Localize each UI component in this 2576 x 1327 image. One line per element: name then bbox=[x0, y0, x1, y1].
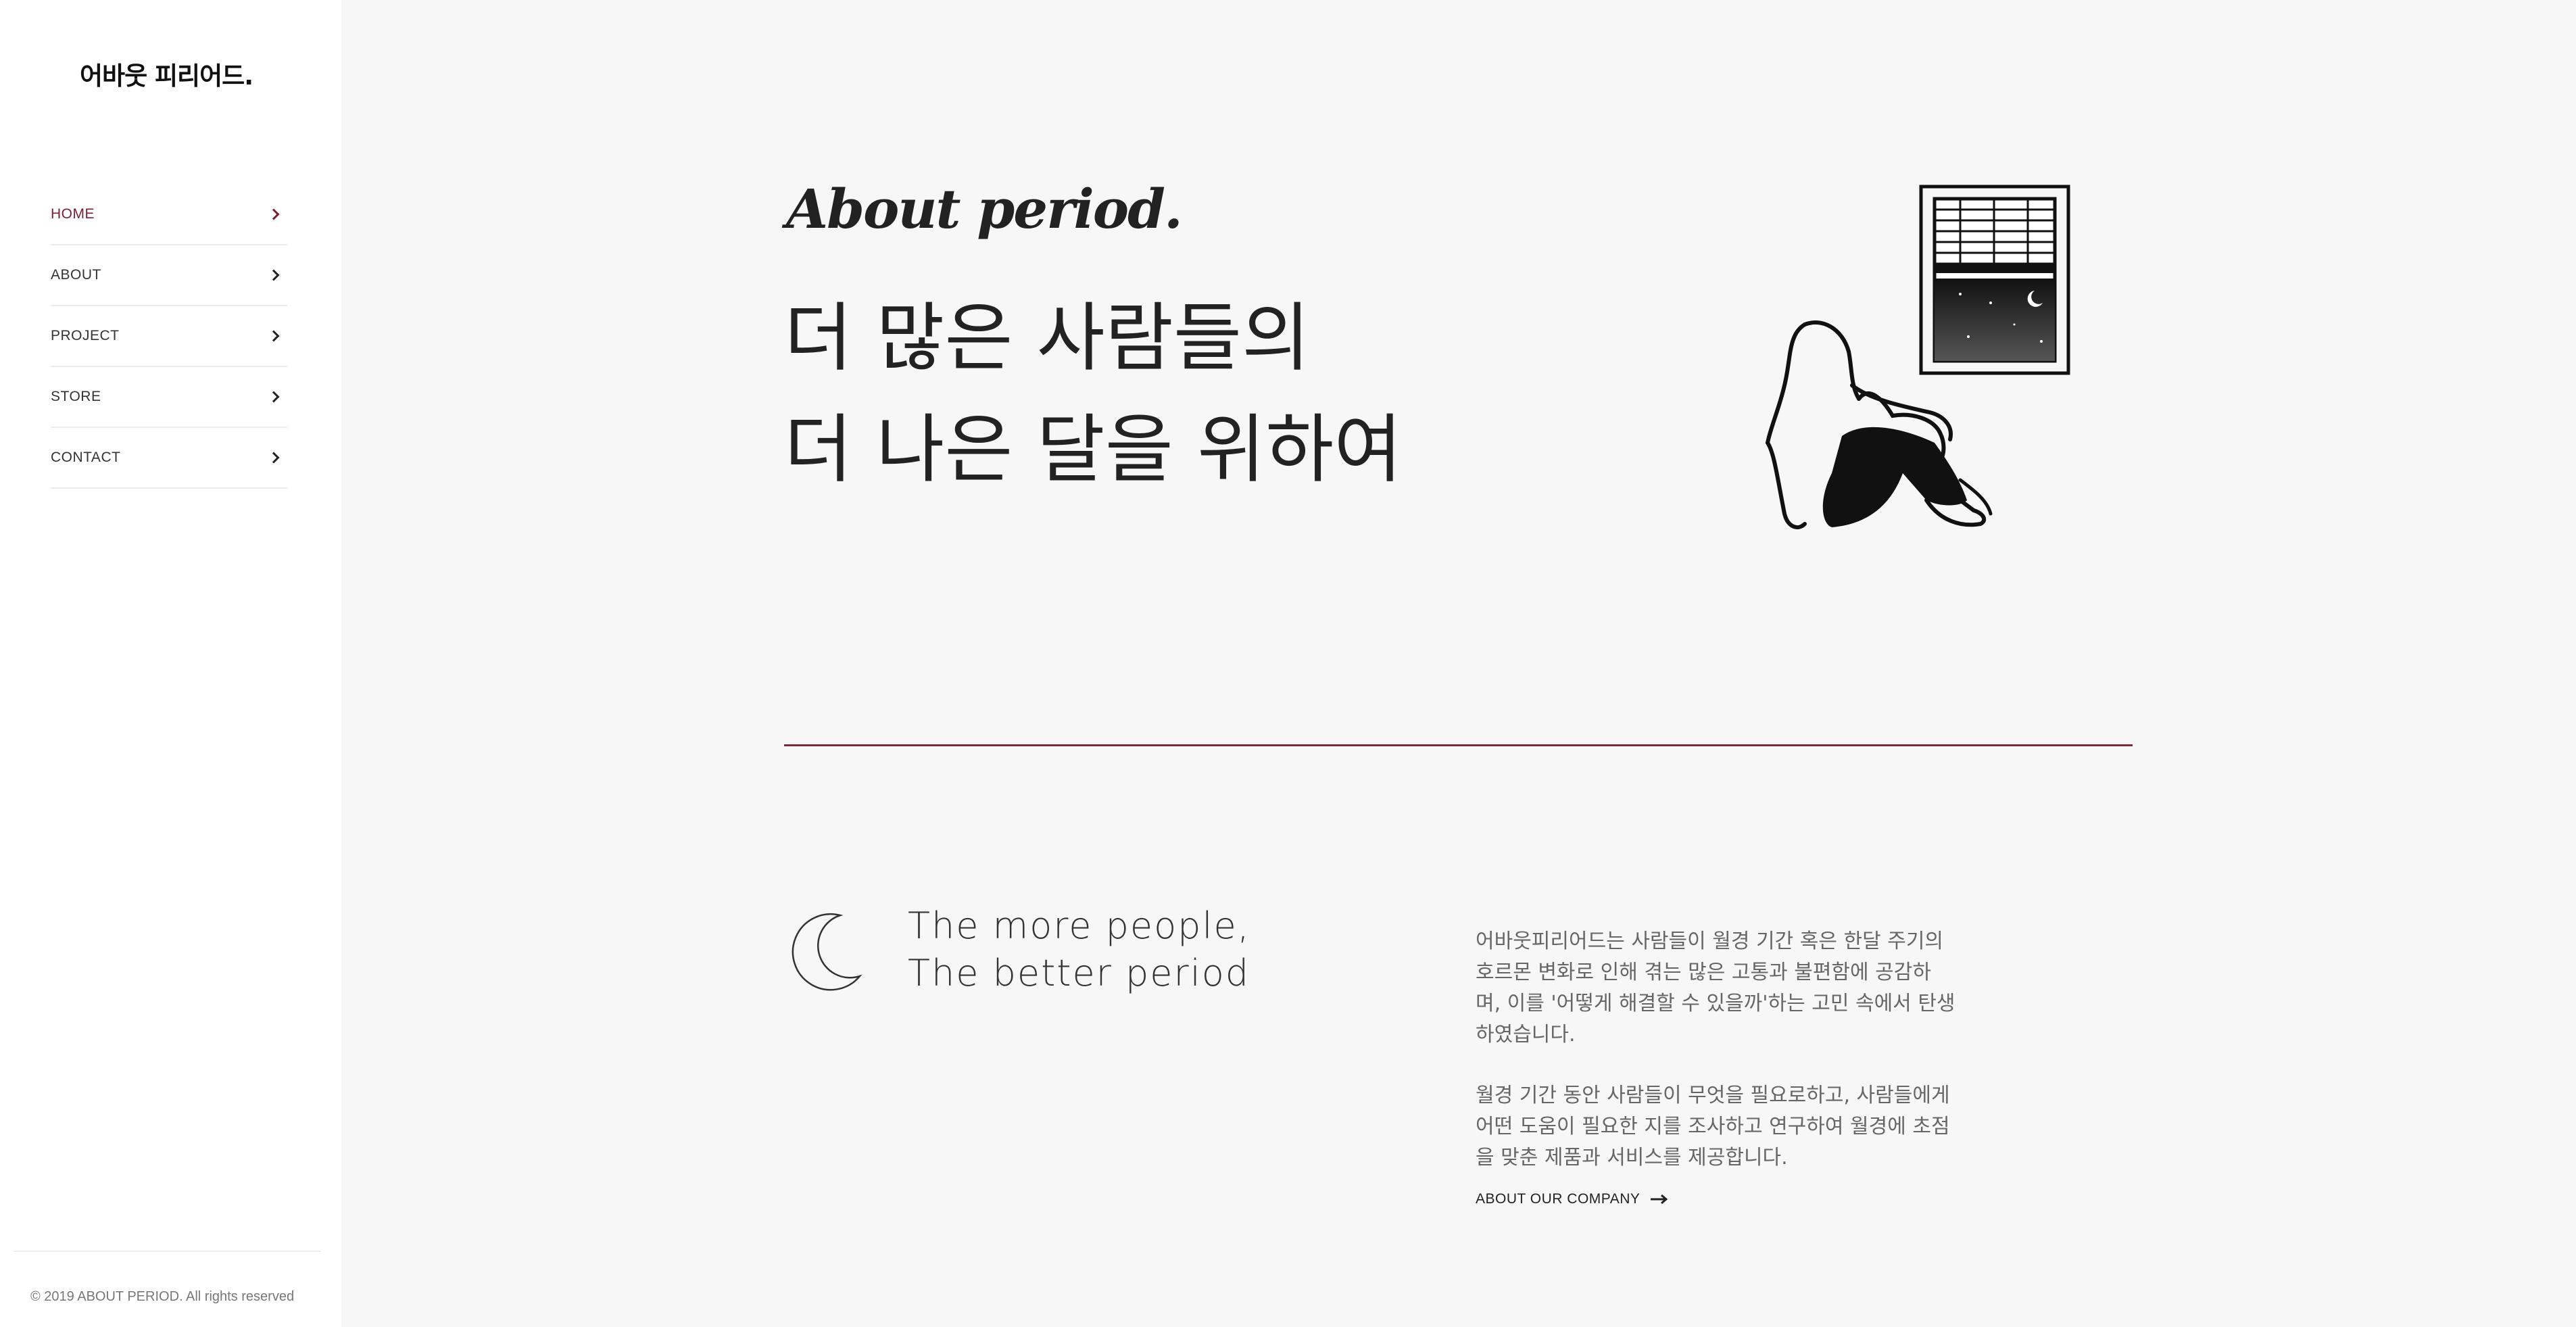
chevron-right-icon bbox=[268, 269, 280, 281]
nav-item-label: CONTACT bbox=[51, 450, 121, 465]
cta-label: ABOUT OUR COMPANY bbox=[1476, 1191, 1641, 1207]
about-our-company-link[interactable]: ABOUT OUR COMPANY bbox=[1476, 1191, 1668, 1207]
tagline-line-1: The more people, bbox=[908, 904, 1250, 947]
main-nav: HOME ABOUT PROJECT STORE CONTACT bbox=[51, 185, 287, 489]
nav-item-label: STORE bbox=[51, 389, 101, 404]
tagline: The more people, The better period bbox=[908, 902, 1250, 997]
nav-item-label: PROJECT bbox=[51, 328, 120, 343]
nav-item-label: HOME bbox=[51, 206, 95, 222]
sidebar-divider bbox=[14, 1251, 321, 1252]
chevron-right-icon bbox=[268, 330, 280, 342]
chevron-right-icon bbox=[268, 391, 280, 403]
section-divider bbox=[784, 744, 2133, 746]
crescent-moon-icon bbox=[792, 913, 862, 991]
hero-heading-line-2: 더 나은 달을 위하여 bbox=[784, 406, 1403, 493]
hero-heading-line-1: 더 많은 사람들의 bbox=[784, 295, 1311, 381]
chevron-right-icon bbox=[268, 208, 280, 220]
nav-item-about[interactable]: ABOUT bbox=[51, 245, 287, 306]
nav-item-project[interactable]: PROJECT bbox=[51, 306, 287, 367]
intro-paragraph-2: 월경 기간 동안 사람들이 무엇을 필요로하고, 사람들에게 어떤 도움이 필요… bbox=[1476, 1084, 1950, 1169]
woman-by-window-illustration bbox=[1765, 185, 2070, 529]
intro-paragraph-1: 어바웃피리어드는 사람들이 월경 기간 혹은 한달 주기의 호르몬 변화로 인해… bbox=[1476, 930, 1955, 1046]
nav-item-home[interactable]: HOME bbox=[51, 185, 287, 245]
nav-item-label: ABOUT bbox=[51, 267, 101, 283]
brand-logo[interactable]: 어바웃 피리어드. bbox=[80, 55, 253, 92]
sidebar: 어바웃 피리어드. HOME ABOUT PROJECT STORE CONTA… bbox=[0, 0, 341, 1327]
chevron-right-icon bbox=[268, 452, 280, 464]
copyright-text: © 2019 ABOUT PERIOD. All rights reserved bbox=[30, 1289, 295, 1304]
hero-script-title: About period. bbox=[786, 177, 1183, 241]
tagline-line-2: The better period bbox=[908, 952, 1250, 994]
nav-item-contact[interactable]: CONTACT bbox=[51, 428, 287, 489]
nav-item-store[interactable]: STORE bbox=[51, 367, 287, 428]
arrow-right-icon bbox=[1651, 1195, 1668, 1204]
